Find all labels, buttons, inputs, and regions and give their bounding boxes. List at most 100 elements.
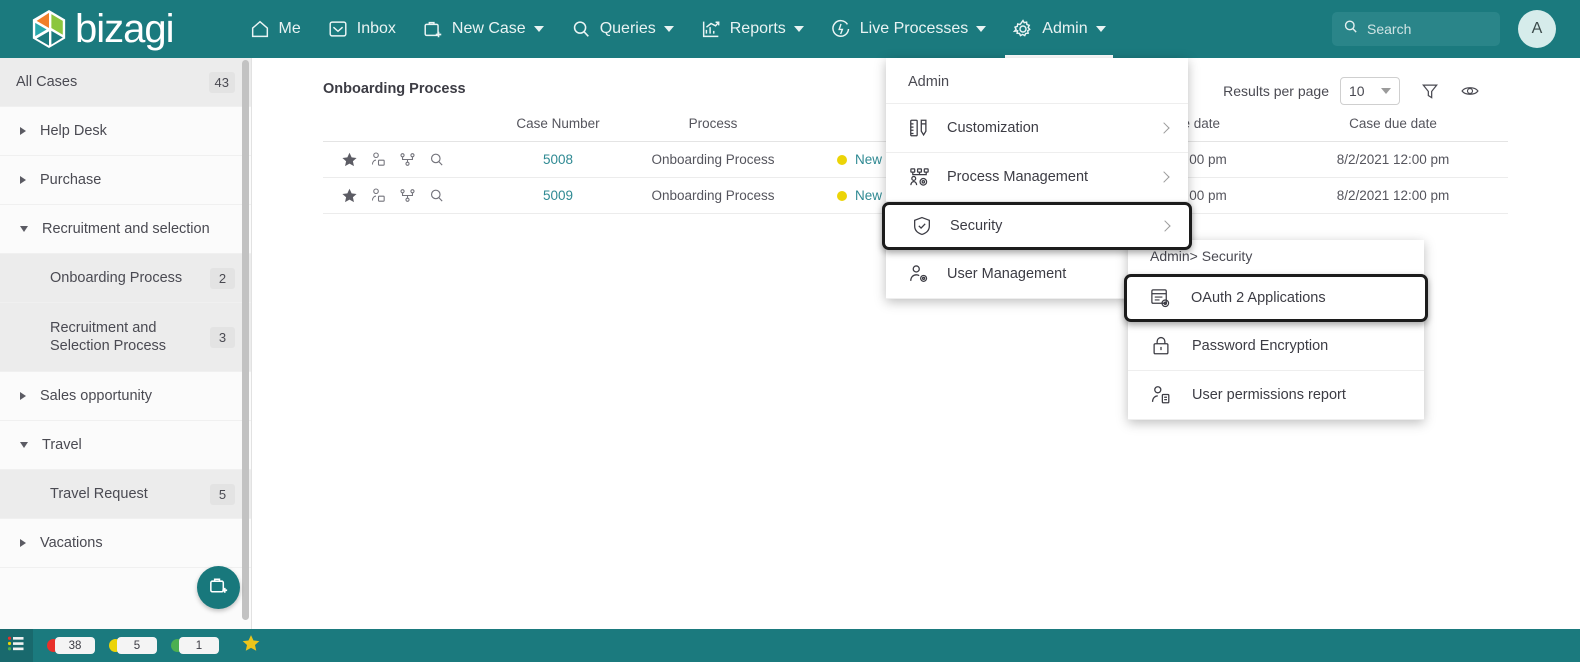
nav-item-inbox[interactable]: Inbox <box>314 0 409 58</box>
favorites-button[interactable] <box>241 633 261 658</box>
nav-item-label: Live Processes <box>859 20 969 37</box>
case-number-link[interactable]: 5009 <box>543 188 573 203</box>
results-per-page-select[interactable]: 10 <box>1340 77 1400 105</box>
gear-icon <box>1012 18 1034 40</box>
case-due-date-cell: 8/2/2021 12:00 pm <box>1278 141 1508 178</box>
col-actions <box>323 110 493 142</box>
admin-menu-item-security[interactable]: Security <box>882 202 1192 250</box>
avatar-initial: A <box>1531 20 1543 37</box>
case-number-cell: 5009 <box>493 177 623 214</box>
nav-item-label: Queries <box>599 20 656 37</box>
sidebar-item-recruitment-and-selection[interactable]: Recruitment and selection <box>0 205 251 254</box>
sidebar-item-vacations[interactable]: Vacations <box>0 519 251 568</box>
nav-item-label: Inbox <box>356 20 396 37</box>
case-number-cell: 5008 <box>493 141 623 178</box>
search-input[interactable]: Search <box>1332 12 1500 46</box>
star-icon[interactable] <box>341 187 358 204</box>
sidebar-item-label: Travel Request <box>50 485 148 502</box>
results-per-page-value: 10 <box>1349 83 1365 99</box>
inbox-icon <box>327 18 349 40</box>
sidebar-item-travel-request[interactable]: Travel Request 5 <box>0 470 251 519</box>
case-number-link[interactable]: 5008 <box>543 152 573 167</box>
sidebar-item-label: Recruitment and Selection Process <box>50 319 167 354</box>
admin-menu-item-customization[interactable]: Customization <box>886 104 1188 153</box>
nav-right-group: Search A <box>1332 10 1556 48</box>
chevron-down-icon <box>20 226 28 232</box>
sidebar-item-travel[interactable]: Travel <box>0 421 251 470</box>
security-menu-item-user-permissions-report[interactable]: User permissions report <box>1128 371 1424 420</box>
row-actions-cell <box>323 141 493 178</box>
nav-item-queries[interactable]: Queries <box>557 0 687 58</box>
sidebar-item-count: 3 <box>210 326 235 348</box>
user-report-icon <box>1150 384 1180 406</box>
sidebar-item-purchase[interactable]: Purchase <box>0 156 251 205</box>
page-title: Onboarding Process <box>323 81 466 97</box>
admin-menu-item-process-management[interactable]: Process Management <box>886 153 1188 202</box>
view-columns-button[interactable] <box>1460 81 1480 101</box>
status-chip-overdue[interactable]: 38 <box>47 637 95 654</box>
avatar[interactable]: A <box>1518 10 1556 48</box>
chart-icon <box>700 18 722 40</box>
bizagi-hexagon-icon <box>32 10 66 48</box>
security-menu-item-oauth-2-applications[interactable]: OAuth 2 Applications <box>1124 274 1428 322</box>
process-diagram-icon[interactable] <box>399 151 416 168</box>
nav-item-label: New Case <box>451 20 526 37</box>
filter-icon <box>1422 84 1438 99</box>
nav-item-label: Admin <box>1042 20 1088 37</box>
chevron-down-icon <box>20 442 28 448</box>
security-menu-item-password-encryption[interactable]: Password Encryption <box>1128 322 1424 371</box>
status-dot-icon <box>837 190 847 201</box>
security-menu-item-label: Password Encryption <box>1192 338 1329 354</box>
sidebar-item-label: Sales opportunity <box>40 387 153 404</box>
sidebar-item-recruitment-and-selection-process[interactable]: Recruitment and Selection Process 3 <box>0 303 251 372</box>
status-chip-on-time[interactable]: 1 <box>171 637 219 654</box>
sidebar-item-label: Vacations <box>40 534 103 551</box>
chevron-right-icon <box>20 127 26 135</box>
chevron-down-icon <box>533 26 544 32</box>
case-due-date-cell: 8/2/2021 12:00 pm <box>1278 177 1508 214</box>
row-actions-cell <box>323 177 493 214</box>
sidebar: All Cases 43 Help Desk Purchase Recruitm… <box>0 58 252 629</box>
chevron-down-icon <box>976 26 987 32</box>
chevron-down-icon <box>663 26 674 32</box>
status-chip-at-risk[interactable]: 5 <box>109 637 157 654</box>
filter-button[interactable] <box>1420 81 1440 101</box>
security-submenu: Admin> Security OAuth 2 Applications Pas… <box>1124 240 1428 420</box>
sidebar-item-all-cases[interactable]: All Cases 43 <box>0 58 251 107</box>
search-icon <box>1342 18 1359 40</box>
status-bar: 38 5 1 <box>0 629 1580 662</box>
search-placeholder: Search <box>1367 21 1412 37</box>
star-icon[interactable] <box>341 151 358 168</box>
chevron-down-icon <box>1095 26 1106 32</box>
nav-item-new-case[interactable]: New Case <box>409 0 557 58</box>
user-gear-icon <box>908 263 938 285</box>
nav-item-live-processes[interactable]: Live Processes <box>817 0 1000 58</box>
chevron-right-icon <box>20 176 26 184</box>
new-case-fab-button[interactable] <box>197 566 240 609</box>
nav-item-admin[interactable]: Admin <box>999 0 1118 58</box>
status-dot-icon <box>837 154 847 165</box>
eye-icon <box>1461 87 1479 95</box>
col-case-due-date: Case due date <box>1278 110 1508 142</box>
nav-item-reports[interactable]: Reports <box>687 0 817 58</box>
nav-item-me[interactable]: Me <box>236 0 314 58</box>
sidebar-item-help-desk[interactable]: Help Desk <box>0 107 251 156</box>
chevron-down-icon <box>793 26 804 32</box>
brand-logo[interactable]: bizagi <box>30 7 175 51</box>
search-icon[interactable] <box>428 151 445 168</box>
assign-user-icon[interactable] <box>370 187 387 204</box>
menu-toggle-button[interactable] <box>0 629 33 662</box>
assign-user-icon[interactable] <box>370 151 387 168</box>
results-per-page-group: Results per page 10 <box>1223 77 1480 105</box>
sidebar-item-sales-opportunity[interactable]: Sales opportunity <box>0 372 251 421</box>
sidebar-scrollbar[interactable] <box>242 60 249 620</box>
brand-name: bizagi <box>75 7 175 51</box>
sidebar-item-onboarding-process[interactable]: Onboarding Process 2 <box>0 254 251 303</box>
sidebar-item-label: Help Desk <box>40 122 107 139</box>
process-cell: Onboarding Process <box>623 141 803 178</box>
nav-item-label: Reports <box>729 20 786 37</box>
search-icon[interactable] <box>428 187 445 204</box>
search-icon <box>570 18 592 40</box>
process-diagram-icon[interactable] <box>399 187 416 204</box>
sidebar-item-label: Travel <box>42 436 82 453</box>
